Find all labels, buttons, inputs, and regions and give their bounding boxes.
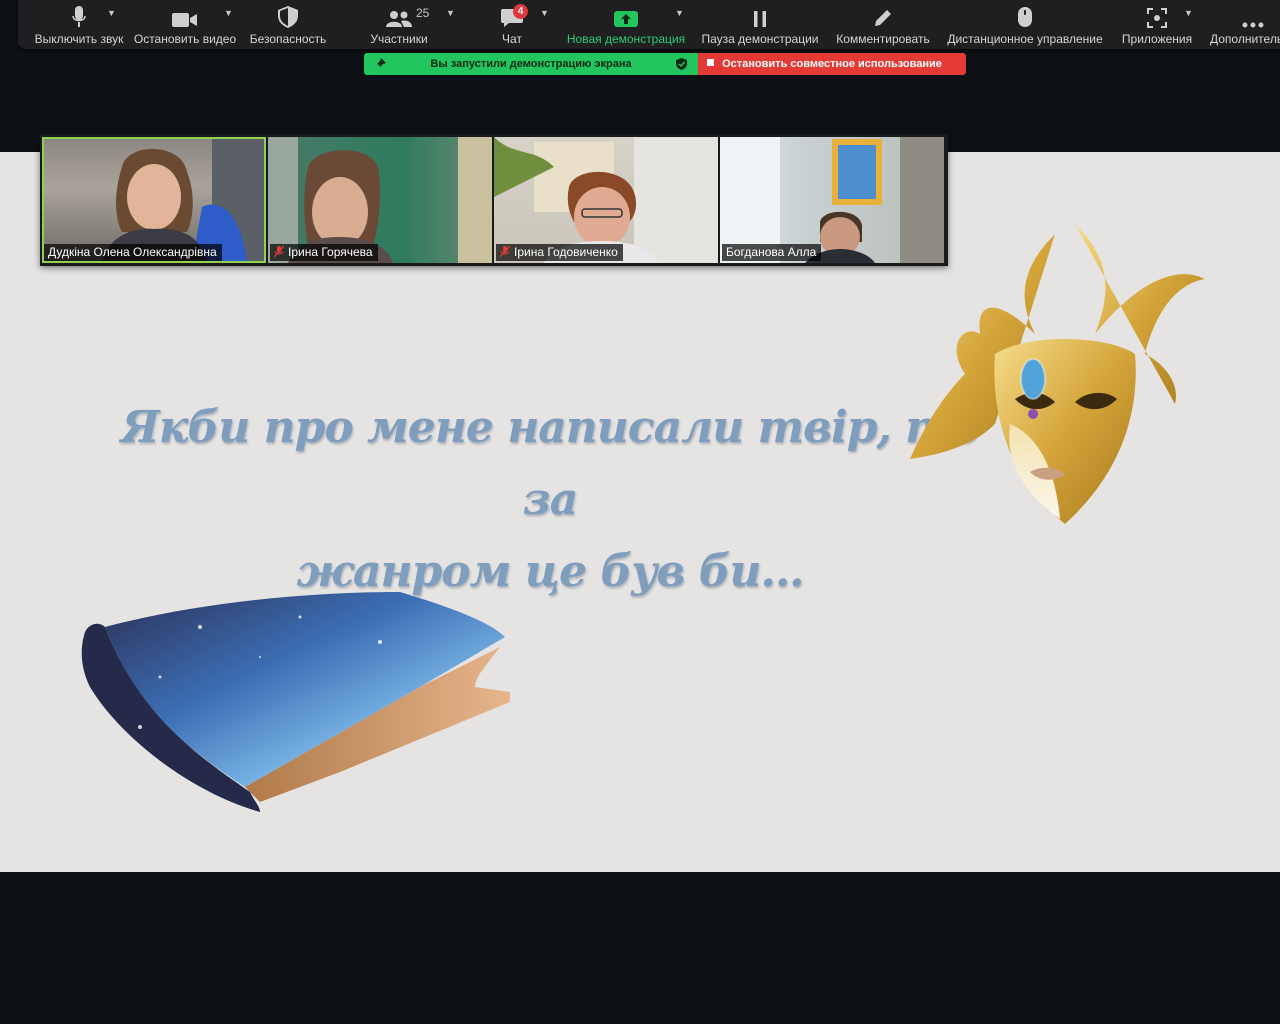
security-label: Безопасность [249, 32, 327, 46]
pause-icon [754, 11, 766, 27]
more-dots-icon [1242, 22, 1264, 28]
remote-control-label: Дистанционное управление [947, 32, 1103, 46]
book-image [81, 592, 510, 812]
participant-name: Ірина Годовиченко [514, 245, 618, 259]
share-screen-icon [614, 11, 638, 27]
video-camera-icon [172, 13, 197, 27]
pin-icon [375, 58, 386, 69]
video-tile-4[interactable]: Богданова Алла [720, 137, 944, 263]
participants-button[interactable]: Участники [354, 0, 444, 49]
slide-question: Якби про мене написали твір, то за жанро… [120, 392, 980, 608]
participant-name-tag: Богданова Алла [722, 244, 822, 261]
chat-button[interactable]: Чат [482, 0, 542, 49]
chat-unread-badge: 4 [513, 4, 528, 19]
more-button[interactable]: Дополнительно [1210, 0, 1280, 49]
participants-icon [386, 11, 412, 27]
chat-chevron-icon[interactable]: ▼ [540, 8, 549, 18]
muted-microphone-icon [500, 246, 510, 258]
video-tile-3[interactable]: Ірина Годовиченко [494, 137, 718, 263]
stop-sharing-button[interactable]: Остановить совместное использование [698, 53, 966, 75]
video-tile-1[interactable]: Дудкіна Олена Олександрівна [42, 137, 266, 263]
mouse-icon [1018, 7, 1032, 27]
participants-count: 25 [416, 6, 430, 20]
meeting-toolbar: Выключить звук ▼ Остановить видео ▼ Безо… [18, 0, 1280, 49]
muted-microphone-icon [274, 246, 284, 258]
participant-name: Богданова Алла [726, 245, 817, 259]
video-options-chevron-icon[interactable]: ▼ [224, 8, 233, 18]
new-share-button[interactable]: Новая демонстрация [564, 0, 688, 49]
zoom-window: Якби про мене написали твір, то за жанро… [0, 0, 1280, 1024]
video-thumbnail-strip[interactable]: Дудкіна Олена Олександрівна Ірина Горяче… [40, 134, 948, 266]
sharing-status-banner: Вы запустили демонстрацию экрана [364, 53, 698, 75]
annotate-button[interactable]: Комментировать [830, 0, 936, 49]
more-label: Дополнительно [1210, 32, 1280, 46]
slide-line-1: Якби про мене написали твір, то за [120, 402, 980, 525]
participants-label: Участники [370, 32, 428, 46]
pencil-icon [875, 10, 891, 26]
pause-share-button[interactable]: Пауза демонстрации [698, 0, 822, 49]
participant-name-tag: Ірина Годовиченко [496, 244, 623, 261]
stop-square-icon [707, 59, 714, 66]
stop-video-label: Остановить видео [133, 32, 237, 46]
security-button[interactable]: Безопасность [248, 0, 328, 49]
participant-name: Дудкіна Олена Олександрівна [48, 245, 217, 259]
venetian-mask-image [910, 224, 1205, 524]
participants-chevron-icon[interactable]: ▼ [446, 8, 455, 18]
remote-control-button[interactable]: Дистанционное управление [944, 0, 1106, 49]
apps-icon [1147, 8, 1167, 28]
annotate-label: Комментировать [836, 32, 930, 46]
pause-share-label: Пауза демонстрации [701, 32, 819, 46]
apps-chevron-icon[interactable]: ▼ [1184, 8, 1193, 18]
shield-check-icon [676, 58, 687, 70]
video-tile-2[interactable]: Ірина Горячева [268, 137, 492, 263]
audio-options-chevron-icon[interactable]: ▼ [107, 8, 116, 18]
chat-label: Чат [502, 32, 522, 46]
apps-label: Приложения [1121, 32, 1193, 46]
microphone-icon [72, 6, 86, 27]
stop-sharing-label: Остановить совместное использование [722, 58, 942, 70]
participant-name-tag: Дудкіна Олена Олександрівна [44, 244, 222, 261]
sharing-status-text: Вы запустили демонстрацию экрана [430, 58, 632, 70]
participant-name: Ірина Горячева [288, 245, 373, 259]
mute-button[interactable]: Выключить звук [24, 0, 134, 49]
participant-name-tag: Ірина Горячева [270, 244, 378, 261]
share-options-chevron-icon[interactable]: ▼ [675, 8, 684, 18]
new-share-label: Новая демонстрация [566, 32, 686, 46]
shield-icon [278, 6, 298, 28]
mute-label: Выключить звук [34, 32, 124, 46]
